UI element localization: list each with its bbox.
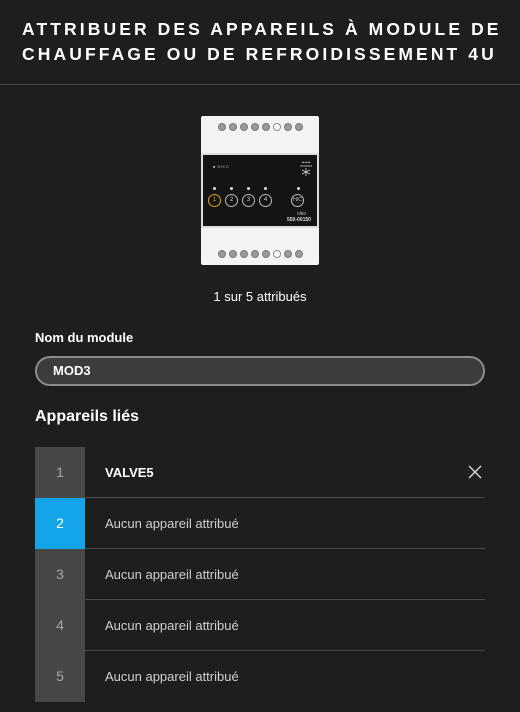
module-name-label: Nom du module: [35, 330, 134, 345]
device-button-1: 1: [208, 194, 221, 207]
device-button-2: 2: [225, 194, 238, 207]
slot-device-name: Aucun appareil attribué: [105, 516, 239, 531]
assigned-count: 1 sur 5 attribués: [213, 289, 307, 304]
slot-device-name: Aucun appareil attribué: [105, 618, 239, 633]
linked-devices-title: Appareils liés: [35, 408, 140, 425]
slot-number: 5: [35, 651, 85, 702]
device-slot-5[interactable]: 5 Aucun appareil attribué: [35, 651, 485, 702]
slot-number: 1: [35, 447, 85, 498]
page-header: ATTRIBUER DES APPAREILS À MODULE DE CHAU…: [0, 0, 520, 85]
device-button-4: 4: [259, 194, 272, 207]
slot-device-name: Aucun appareil attribué: [105, 567, 239, 582]
device-bottom-terminals: [201, 228, 319, 265]
slot-device-name: VALVE5: [105, 465, 154, 480]
slot-device-name: Aucun appareil attribué: [105, 669, 239, 684]
module-name-input[interactable]: MOD3: [35, 356, 485, 386]
close-icon[interactable]: [465, 462, 485, 482]
slot-number: 4: [35, 600, 85, 651]
device-slot-4[interactable]: 4 Aucun appareil attribué: [35, 600, 485, 651]
heating-cooling-symbol-icon: [299, 161, 313, 179]
device-brand: ■ NIKO: [213, 164, 230, 169]
slot-number: 3: [35, 549, 85, 600]
device-slot-1[interactable]: 1 VALVE5: [35, 447, 485, 498]
page-title: ATTRIBUER DES APPAREILS À MODULE DE CHAU…: [22, 19, 502, 64]
device-button-hc: H/C: [291, 194, 304, 207]
device-front-panel: ■ NIKO 1 2 3 4 H/C niko 550-00150: [201, 153, 319, 228]
device-reference: 550-00150: [287, 217, 311, 223]
device-slot-3[interactable]: 3 Aucun appareil attribué: [35, 549, 485, 600]
device-button-3: 3: [242, 194, 255, 207]
device-slot-2[interactable]: 2 Aucun appareil attribué: [35, 498, 485, 549]
linked-devices-list: 1 VALVE5 2 Aucun appareil attribué 3 Auc…: [35, 447, 485, 702]
device-top-terminals: [201, 116, 319, 153]
device-illustration: ■ NIKO 1 2 3 4 H/C niko 550-00150: [201, 116, 319, 265]
slot-number: 2: [35, 498, 85, 549]
